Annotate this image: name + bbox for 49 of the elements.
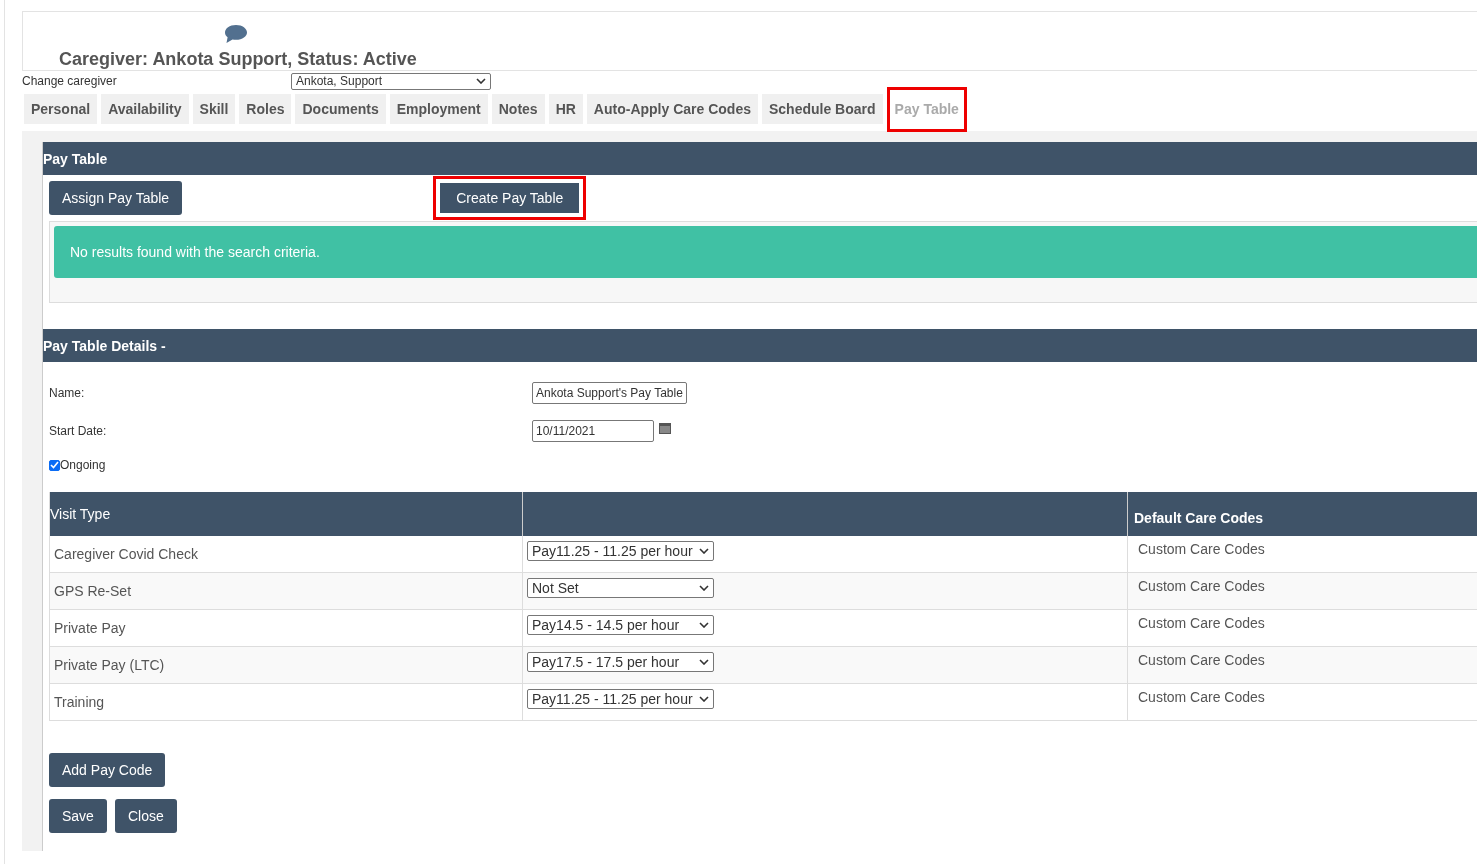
caret-icon xyxy=(699,696,709,702)
checkbox-label: Ongoing xyxy=(60,458,106,472)
caret-icon xyxy=(699,659,709,665)
tab[interactable]: Roles xyxy=(239,94,292,124)
calendar-icon[interactable] xyxy=(659,422,671,434)
pay-code-select[interactable]: Pay11.25 - 11.25 per hour xyxy=(527,541,714,561)
table-cell: Custom Care Codes xyxy=(1128,573,1477,610)
tab[interactable]: Documents xyxy=(295,94,386,124)
table-cell: Custom Care Codes xyxy=(1128,647,1477,684)
table-cell: Private Pay xyxy=(50,610,523,647)
table-cell: Caregiver Covid Check xyxy=(50,536,523,573)
section-header: Pay Table xyxy=(43,142,1477,175)
caret-icon xyxy=(476,78,486,84)
action-button[interactable]: Create Pay Table xyxy=(433,176,587,220)
chat-bubble-icon xyxy=(224,24,248,44)
page-title: Caregiver: Ankota Support, Status: Active xyxy=(59,48,417,70)
caret-icon xyxy=(699,622,709,628)
field-label: Name: xyxy=(49,386,86,400)
table-cell: Training xyxy=(50,684,523,721)
tab[interactable]: Skill xyxy=(192,94,236,124)
change-caregiver-label: Change caregiver xyxy=(22,74,118,88)
caret-icon xyxy=(699,548,709,554)
tab[interactable]: Notes xyxy=(491,94,545,124)
caret-icon xyxy=(699,585,709,591)
info-alert: No results found with the search criteria. xyxy=(54,226,1477,278)
tab[interactable]: Availability xyxy=(101,94,189,124)
name-input[interactable]: Ankota Support's Pay Table xyxy=(532,382,687,404)
ongoing-checkbox[interactable] xyxy=(49,459,60,471)
caregiver-select[interactable]: Ankota, Support xyxy=(291,72,491,90)
table-cell: Private Pay (LTC) xyxy=(50,647,523,684)
pay-code-select[interactable]: Pay11.25 - 11.25 per hour xyxy=(527,689,714,709)
tab[interactable]: Personal xyxy=(24,94,98,124)
tab[interactable]: Auto-Apply Care Codes xyxy=(586,94,758,124)
tab[interactable]: Employment xyxy=(389,94,488,124)
column-header: Visit Type xyxy=(50,492,523,536)
action-button[interactable]: Close xyxy=(114,799,177,833)
table-cell: GPS Re-Set xyxy=(50,573,523,610)
pay-code-select[interactable]: Pay14.5 - 14.5 per hour xyxy=(527,615,714,635)
action-button[interactable]: Save xyxy=(49,799,107,833)
add-pay-code-button[interactable]: Add Pay Code xyxy=(49,753,166,787)
date-input[interactable]: 10/11/2021 xyxy=(532,420,654,442)
tab[interactable]: Schedule Board xyxy=(762,94,883,124)
pay-code-select[interactable]: Not Set xyxy=(527,578,714,598)
action-button[interactable]: Assign Pay Table xyxy=(49,181,183,215)
field-label: Start Date: xyxy=(49,424,108,438)
tab[interactable]: HR xyxy=(548,94,583,124)
column-header: Default Care Codes xyxy=(1128,492,1477,536)
section-header: Pay Table Details - xyxy=(43,329,1477,362)
pay-code-select[interactable]: Pay17.5 - 17.5 per hour xyxy=(527,652,714,672)
